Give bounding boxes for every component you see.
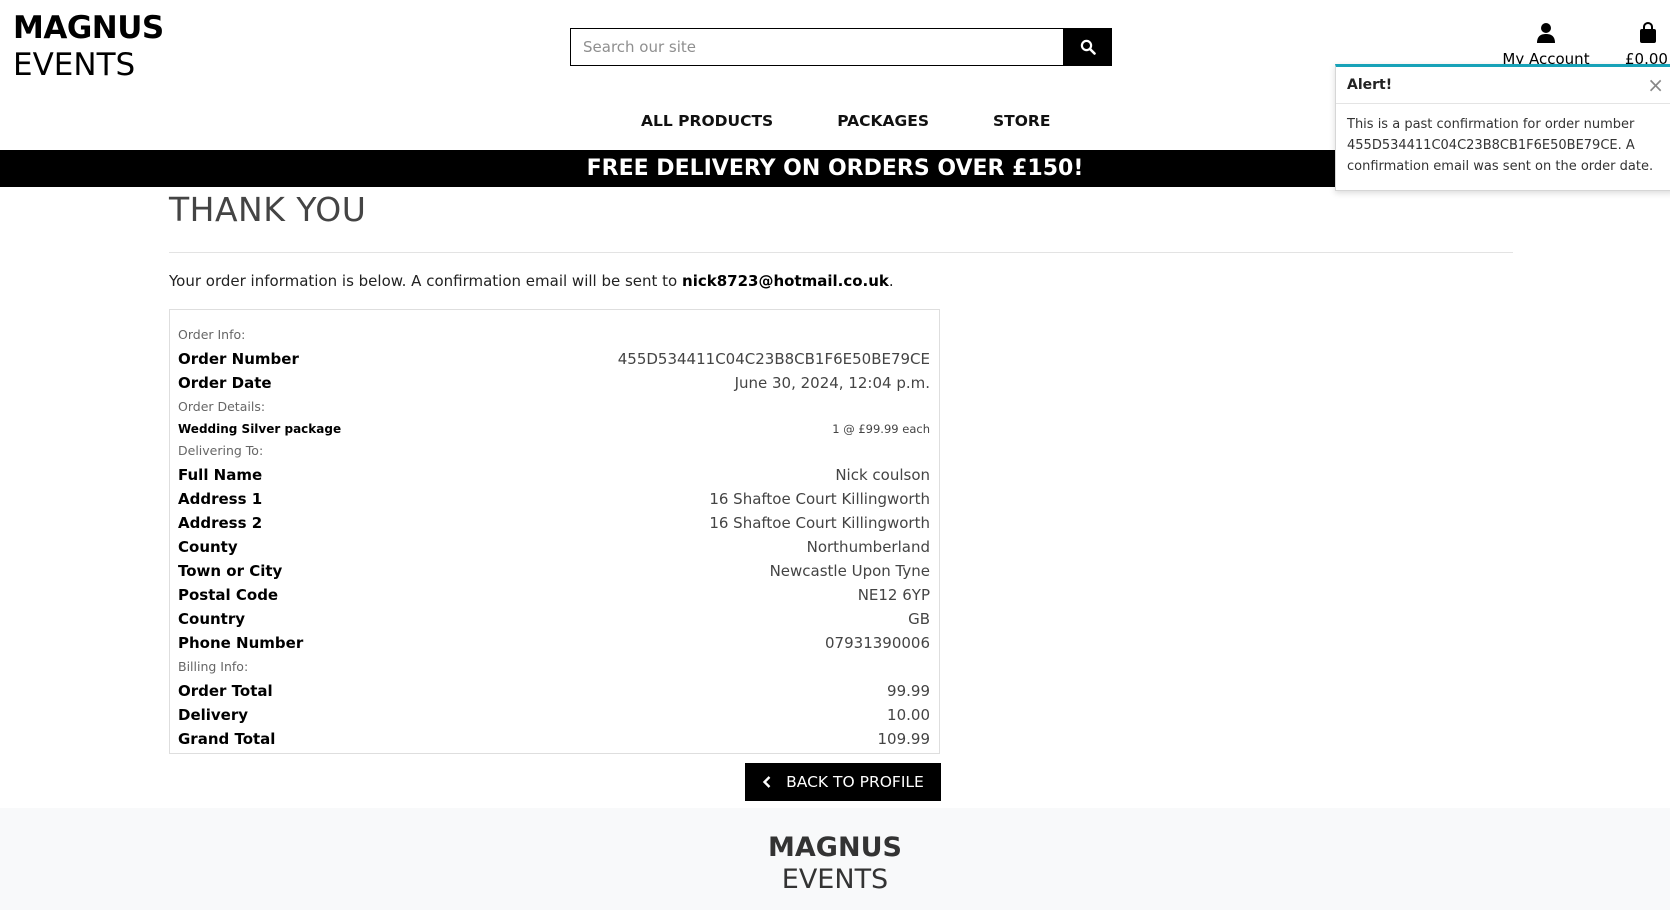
- search-input[interactable]: [570, 28, 1063, 66]
- intro-prefix: Your order information is below. A confi…: [169, 272, 683, 290]
- row-value: 10.00: [887, 706, 930, 724]
- alert-toast: Alert! × This is a past confirmation for…: [1335, 64, 1670, 191]
- delivery-row: Address 2 16 Shaftoe Court Killingworth: [178, 511, 930, 535]
- row-label: Order Total: [178, 682, 273, 700]
- main-nav: ALL PRODUCTS PACKAGES STORE: [641, 112, 1050, 130]
- delivery-row: Phone Number 07931390006: [178, 631, 930, 655]
- order-summary-card: Order Info: Order Number 455D534411C04C2…: [169, 309, 940, 754]
- footer-logo-line-1: MAGNUS: [768, 832, 902, 863]
- toast-header: Alert! ×: [1336, 67, 1670, 104]
- my-account-link[interactable]: My Account: [1496, 22, 1596, 68]
- line-item-row: Wedding Silver package 1 @ £99.99 each: [178, 419, 930, 439]
- order-date: June 30, 2024, 12:04 p.m.: [734, 374, 930, 392]
- user-icon: [1537, 23, 1555, 43]
- chevron-left-icon: [762, 776, 771, 788]
- delivery-row: Town or City Newcastle Upon Tyne: [178, 559, 930, 583]
- nav-store[interactable]: STORE: [993, 112, 1050, 130]
- customer-email: nick8723@hotmail.co.uk: [682, 272, 889, 290]
- shopping-bag-link[interactable]: £0.00: [1625, 21, 1670, 68]
- delivery-row: Address 1 16 Shaftoe Court Killingworth: [178, 487, 930, 511]
- footer-logo-line-2: EVENTS: [781, 864, 889, 895]
- row-label: Address 2: [178, 514, 263, 532]
- toast-title: Alert!: [1347, 77, 1393, 93]
- item-quantity: 1 @ £99.99 each: [832, 422, 930, 436]
- billing-row: Order Total 99.99: [178, 679, 930, 703]
- row-label: Delivery: [178, 706, 249, 724]
- intro-text: Your order information is below. A confi…: [169, 272, 894, 290]
- row-label: Address 1: [178, 490, 263, 508]
- billing-heading: Billing Info:: [178, 659, 249, 674]
- footer-logo[interactable]: MAGNUS EVENTS: [0, 832, 1670, 896]
- row-label: Full Name: [178, 466, 263, 484]
- logo-line-1: MAGNUS: [13, 10, 164, 46]
- close-icon[interactable]: ×: [1647, 67, 1664, 103]
- order-info-heading: Order Info:: [178, 327, 246, 342]
- row-label: Grand Total: [178, 730, 276, 748]
- toast-message: This is a past confirmation for order nu…: [1347, 117, 1654, 174]
- delivery-row: Country GB: [178, 607, 930, 631]
- row-label: Order Number: [178, 350, 299, 368]
- billing-row: Delivery 10.00: [178, 703, 930, 727]
- nav-all-products[interactable]: ALL PRODUCTS: [641, 112, 773, 130]
- billing-row: Grand Total 109.99: [178, 727, 930, 751]
- row-label: Postal Code: [178, 586, 279, 604]
- nav-packages[interactable]: PACKAGES: [837, 112, 929, 130]
- row-label: Phone Number: [178, 634, 304, 652]
- item-name: Wedding Silver package: [178, 422, 342, 436]
- footer: MAGNUS EVENTS: [0, 808, 1670, 910]
- row-value: GB: [908, 610, 930, 628]
- row-value: Newcastle Upon Tyne: [769, 562, 930, 580]
- order-number-row: Order Number 455D534411C04C23B8CB1F6E50B…: [178, 347, 930, 371]
- logo-line-2: EVENTS: [13, 47, 136, 83]
- search-button[interactable]: [1063, 28, 1112, 66]
- shopping-bag-icon: [1640, 21, 1656, 43]
- search-bar: [570, 28, 1112, 66]
- row-label: County: [178, 538, 238, 556]
- divider: [169, 252, 1513, 253]
- delivery-row: County Northumberland: [178, 535, 930, 559]
- row-label: Country: [178, 610, 246, 628]
- delivering-heading: Delivering To:: [178, 443, 264, 458]
- page-title: THANK YOU: [169, 190, 367, 229]
- delivery-row: Postal Code NE12 6YP: [178, 583, 930, 607]
- intro-suffix: .: [888, 272, 894, 290]
- row-value: 07931390006: [825, 634, 930, 652]
- row-value: 109.99: [877, 730, 931, 748]
- row-value: Nick coulson: [835, 466, 930, 484]
- order-date-row: Order Date June 30, 2024, 12:04 p.m.: [178, 371, 930, 395]
- row-value: Northumberland: [806, 538, 930, 556]
- row-value: 99.99: [887, 682, 930, 700]
- back-to-profile-label: BACK TO PROFILE: [786, 773, 924, 791]
- row-value: NE12 6YP: [857, 586, 930, 604]
- order-number: 455D534411C04C23B8CB1F6E50BE79CE: [617, 350, 930, 368]
- order-details-heading: Order Details:: [178, 399, 266, 414]
- row-value: 16 Shaftoe Court Killingworth: [709, 490, 930, 508]
- row-value: 16 Shaftoe Court Killingworth: [709, 514, 930, 532]
- site-logo[interactable]: MAGNUS EVENTS: [13, 10, 164, 84]
- row-label: Town or City: [178, 562, 283, 580]
- search-icon: [1080, 39, 1096, 55]
- back-to-profile-button[interactable]: BACK TO PROFILE: [745, 763, 941, 801]
- row-label: Order Date: [178, 374, 272, 392]
- delivery-row: Full Name Nick coulson: [178, 463, 930, 487]
